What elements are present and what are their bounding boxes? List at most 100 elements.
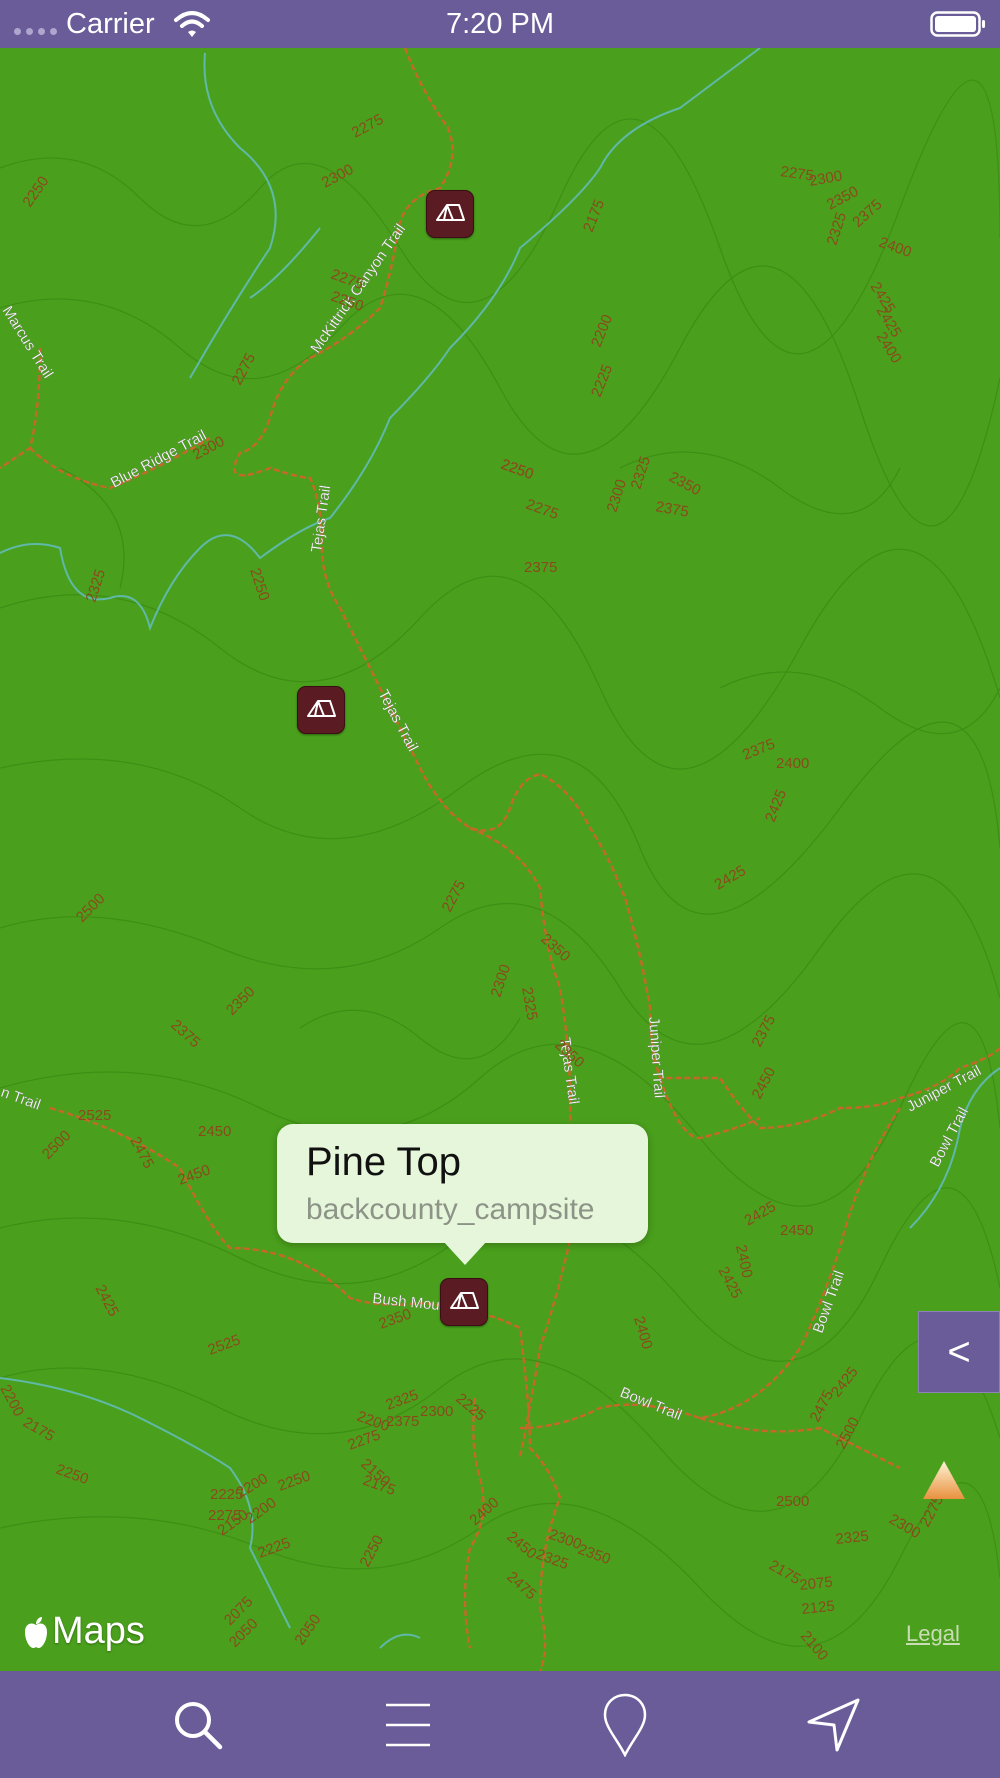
contour-label: 2350 bbox=[666, 469, 703, 500]
contour-label: 2450 bbox=[176, 1161, 213, 1188]
map-view[interactable]: McKittrick Canyon Trail Blue Ridge Trail… bbox=[0, 48, 1000, 1671]
svg-text:Bowl Trail: Bowl Trail bbox=[810, 1268, 848, 1335]
contour-label: 2400 bbox=[873, 329, 905, 366]
map-callout[interactable]: Pine Top backcounty_campsite bbox=[277, 1124, 648, 1265]
topo-map: McKittrick Canyon Trail Blue Ridge Trail… bbox=[0, 48, 1000, 1671]
contour-label: 2200 bbox=[588, 312, 616, 349]
contour-label: 2250 bbox=[246, 566, 272, 603]
contour-label: 2325 bbox=[824, 210, 850, 247]
contour-label: 2425 bbox=[91, 1282, 122, 1319]
contour-label: 2375 bbox=[386, 1413, 419, 1430]
tab-bar bbox=[0, 1671, 1000, 1778]
apple-logo-icon bbox=[25, 1616, 47, 1648]
contour-label: 2250 bbox=[54, 1461, 91, 1488]
campsite-pin-selected[interactable] bbox=[440, 1278, 488, 1326]
svg-text:Tejas Trail: Tejas Trail bbox=[374, 687, 421, 755]
contour-label: 2275 bbox=[208, 1507, 241, 1524]
contour-label: 2450 bbox=[749, 1064, 780, 1101]
contour-label: 2250 bbox=[19, 173, 52, 210]
contour-label: 2250 bbox=[276, 1467, 313, 1494]
contour-label: 2250 bbox=[499, 456, 536, 483]
contour-label: 2500 bbox=[73, 890, 109, 926]
svg-text:Tejas Trail: Tejas Trail bbox=[308, 484, 334, 553]
contour-label: 2475 bbox=[126, 1134, 157, 1171]
contour-label: 2475 bbox=[503, 1568, 539, 1603]
contour-label: 2250 bbox=[357, 1532, 388, 1569]
contour-label: 2125 bbox=[801, 1598, 836, 1618]
collapse-button-label: < bbox=[947, 1329, 971, 1374]
contour-label: 2350 bbox=[576, 1541, 613, 1568]
contour-label: 2400 bbox=[877, 234, 914, 261]
contour-label: 2375 bbox=[167, 1016, 203, 1051]
legal-link[interactable]: Legal bbox=[906, 1621, 960, 1647]
peak-icon[interactable] bbox=[921, 1459, 967, 1501]
contour-label: 2275 bbox=[524, 496, 561, 523]
contour-label: 2375 bbox=[524, 559, 557, 576]
contour-label: 2300 bbox=[886, 1511, 923, 1542]
contour-label: 2375 bbox=[740, 735, 777, 763]
contour-label: 2450 bbox=[198, 1123, 231, 1140]
contour-label: 2525 bbox=[78, 1107, 111, 1124]
contour-label: 2350 bbox=[377, 1305, 414, 1332]
contour-label: 2325 bbox=[518, 986, 541, 1022]
contour-label: 2400 bbox=[776, 755, 809, 772]
contour-label: 2225 bbox=[210, 1486, 243, 1503]
battery-icon bbox=[930, 11, 986, 42]
collapse-panel-button[interactable]: < bbox=[918, 1311, 1000, 1393]
svg-text:Bush Moun: Bush Moun bbox=[372, 1290, 449, 1315]
contour-label: 2300 bbox=[420, 1403, 453, 1420]
svg-text:Blue Ridge Trail: Blue Ridge Trail bbox=[108, 427, 209, 492]
svg-text:Juniper Trail: Juniper Trail bbox=[904, 1062, 984, 1115]
tab-menu[interactable] bbox=[378, 1695, 438, 1755]
svg-text:n Trail: n Trail bbox=[0, 1084, 43, 1114]
contour-label: 2400 bbox=[466, 1494, 502, 1529]
contour-label: 2050 bbox=[291, 1611, 324, 1648]
callout-subtitle: backcounty_campsite bbox=[306, 1193, 595, 1226]
tab-location[interactable] bbox=[804, 1695, 864, 1755]
contour-label: 2275 bbox=[229, 350, 260, 387]
contour-label: 2325 bbox=[835, 1528, 870, 1548]
contour-label: 2525 bbox=[206, 1331, 243, 1358]
tab-search[interactable] bbox=[168, 1695, 228, 1755]
contour-label: 2075 bbox=[799, 1574, 834, 1594]
maps-label: Maps bbox=[52, 1610, 145, 1652]
contour-label: 2450 bbox=[780, 1222, 813, 1239]
search-icon bbox=[175, 1702, 223, 1750]
contour-label: 2350 bbox=[223, 983, 259, 1019]
campsite-pin[interactable] bbox=[297, 686, 345, 734]
contour-label: 2225 bbox=[588, 362, 616, 399]
status-bar: Carrier 7:20 PM bbox=[0, 0, 1000, 48]
callout-title: Pine Top bbox=[306, 1140, 461, 1184]
location-arrow-icon bbox=[807, 1698, 860, 1752]
contour-label: 2200 bbox=[0, 1382, 27, 1419]
contour-label: 2325 bbox=[628, 454, 654, 491]
tent-icon bbox=[307, 700, 336, 717]
contour-label: 2300 bbox=[319, 161, 356, 192]
tab-pin[interactable] bbox=[595, 1693, 655, 1757]
status-time: 7:20 PM bbox=[446, 8, 554, 40]
svg-text:Juniper Trail: Juniper Trail bbox=[645, 1016, 668, 1099]
contour-label: 2175 bbox=[20, 1414, 57, 1445]
contour-label: 2500 bbox=[776, 1493, 809, 1510]
contour-label: 2350 bbox=[824, 183, 861, 214]
svg-text:Marcus Trail: Marcus Trail bbox=[0, 303, 56, 381]
tent-icon bbox=[450, 1292, 479, 1309]
contour-label: 2225 bbox=[452, 1390, 488, 1424]
contour-label: 2500 bbox=[39, 1127, 75, 1163]
campsite-pin[interactable] bbox=[426, 190, 474, 238]
contour-label: 2375 bbox=[749, 1012, 780, 1049]
contour-label: 2300 bbox=[604, 477, 630, 514]
contour-label: 2350 bbox=[537, 930, 573, 965]
contour-label: 2275 bbox=[349, 111, 386, 142]
contour-label: 2425 bbox=[762, 787, 790, 824]
map-pin-icon bbox=[603, 1693, 647, 1757]
contour-label: 2425 bbox=[742, 1198, 779, 1229]
contour-label: 2375 bbox=[654, 498, 690, 521]
contour-label: 2175 bbox=[766, 1557, 803, 1588]
contour-label: 2275 bbox=[439, 877, 470, 914]
menu-icon bbox=[386, 1703, 430, 1747]
contour-label: 2175 bbox=[580, 197, 608, 234]
contour-label: 2425 bbox=[828, 1364, 862, 1401]
maps-attribution: Maps bbox=[22, 1610, 145, 1653]
contour-label: 2400 bbox=[630, 1314, 656, 1351]
